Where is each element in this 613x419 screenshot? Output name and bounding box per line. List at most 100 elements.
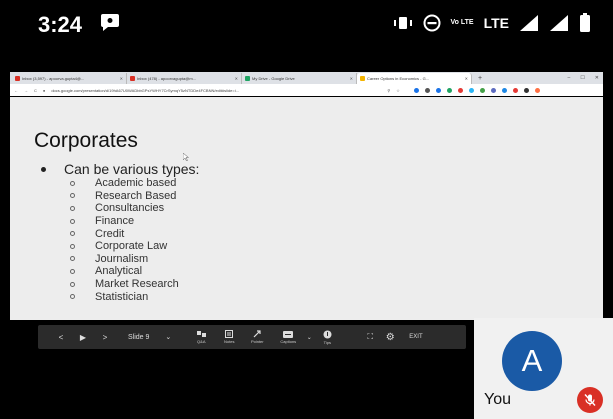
meeting-background [0, 350, 470, 419]
notes-button[interactable]: Notes [215, 325, 243, 349]
list-item: Academic based [70, 177, 179, 190]
play-button[interactable]: ▶ [72, 325, 94, 349]
list-item-text: Analytical [95, 265, 143, 278]
pointer-label: Pointer [250, 339, 264, 344]
minimize-icon[interactable]: – [568, 73, 571, 84]
extension-icon[interactable] [490, 87, 496, 93]
list-item: Corporate Law [70, 240, 179, 253]
bookmark-star-icon[interactable]: ☆ [396, 88, 400, 93]
settings-gear-icon[interactable]: ⚙ [379, 325, 401, 349]
slide-title: Corporates [34, 129, 138, 152]
forward-icon[interactable]: → [24, 88, 28, 93]
prev-slide-button[interactable]: < [50, 325, 72, 349]
lte-label: LTE [483, 15, 509, 31]
self-video-tile[interactable]: A You [474, 318, 613, 419]
microphone-muted-icon [584, 394, 596, 406]
captions-button[interactable]: Captions [271, 325, 305, 349]
back-icon[interactable]: ← [14, 88, 18, 93]
pointer-button[interactable]: Pointer [243, 325, 271, 349]
qa-button[interactable]: Q&A [187, 325, 215, 349]
close-icon[interactable]: ✕ [465, 76, 468, 81]
extension-icon[interactable] [435, 87, 441, 93]
list-item: Journalism [70, 253, 179, 266]
list-item-text: Research Based [95, 189, 177, 202]
circle-bullet-icon [70, 218, 75, 224]
extension-icon[interactable] [424, 87, 430, 93]
profile-avatar-icon[interactable] [534, 87, 540, 93]
search-icon[interactable]: ⚲ [387, 88, 390, 93]
maximize-icon[interactable]: ☐ [580, 73, 584, 84]
slides-icon [360, 76, 365, 81]
clock: 3:24 [38, 12, 83, 37]
tab-slides[interactable]: Career Options in Economics - G... ✕ [357, 73, 472, 84]
tab-bar: Inbox (3,597) - apoorva.gupta4@... ✕ Inb… [10, 72, 603, 84]
circle-bullet-icon [70, 243, 75, 249]
circle-bullet-icon [70, 231, 75, 237]
list-item: Credit [70, 227, 179, 240]
circle-bullet-icon [70, 193, 75, 199]
tab-label: My Drive - Google Drive [252, 76, 295, 81]
bullet-dot-icon [41, 166, 46, 172]
circle-bullet-icon [70, 268, 75, 274]
close-window-icon[interactable]: ✕ [595, 73, 599, 84]
avatar: A [502, 331, 562, 391]
list-item-text: Statistician [95, 290, 149, 303]
chat-icon [101, 14, 119, 31]
browser-window: Inbox (3,597) - apoorva.gupta4@... ✕ Inb… [10, 72, 603, 96]
list-item-text: Academic based [95, 177, 177, 190]
list-item: Consultancies [70, 202, 179, 215]
close-icon[interactable]: ✕ [350, 76, 353, 81]
extension-icon[interactable] [479, 87, 485, 93]
extension-icon[interactable] [512, 87, 518, 93]
slide-canvas: Corporates Can be various types: Academi… [10, 97, 603, 320]
captions-icon [283, 330, 294, 338]
mouse-cursor-icon [183, 153, 189, 161]
chevron-down-icon[interactable]: ⌄ [305, 325, 313, 349]
tips-label: Tips [323, 339, 331, 345]
exit-button[interactable]: EXIT [409, 325, 422, 349]
tab-gmail-2[interactable]: Inbox (478) - apoorvagupta@m... ✕ [127, 73, 242, 84]
pointer-icon [253, 330, 261, 338]
mic-off-icon[interactable] [577, 387, 603, 413]
list-item-text: Corporate Law [95, 240, 168, 253]
extension-icon[interactable] [501, 87, 507, 93]
tips-icon [323, 330, 332, 338]
screen: 3:24 Vo LTE LTE Inbox (3,597) - apoorva.… [0, 0, 613, 419]
captions-label: Captions [280, 338, 297, 344]
tips-button[interactable]: Tips [313, 325, 341, 349]
extension-icon[interactable] [446, 87, 452, 93]
next-slide-button[interactable]: > [94, 325, 116, 349]
address-bar: ← → C ● docs.google.com/presentation/d/1… [10, 84, 603, 96]
tab-drive[interactable]: My Drive - Google Drive ✕ [242, 73, 357, 84]
status-bar: 3:24 Vo LTE LTE [0, 0, 613, 62]
chevron-down-icon: ⌄ [165, 334, 172, 341]
notes-label: Notes [224, 339, 235, 344]
volte-icon: Vo LTE [450, 19, 474, 26]
vibrate-icon [393, 17, 412, 29]
qa-label: Q&A [197, 338, 206, 344]
list-item: Analytical [70, 265, 179, 278]
extension-icon[interactable] [413, 87, 419, 93]
url-field[interactable]: docs.google.com/presentation/d/19hA67U0W… [51, 88, 381, 93]
circle-bullet-icon [70, 294, 75, 300]
reload-icon[interactable]: C [34, 88, 37, 93]
qa-icon [196, 330, 206, 337]
notes-icon [225, 330, 234, 338]
close-icon[interactable]: ✕ [120, 76, 123, 81]
tab-gmail-1[interactable]: Inbox (3,597) - apoorva.gupta4@... ✕ [12, 73, 127, 84]
signal-icon [550, 15, 568, 31]
gmail-icon [130, 76, 135, 81]
list-item-text: Credit [95, 227, 125, 240]
extension-icon[interactable] [457, 87, 463, 93]
participant-name: You [484, 391, 511, 408]
battery-icon [580, 13, 590, 32]
slide-selector[interactable]: Slide 9 ⌄ [128, 333, 172, 342]
tab-label: Inbox (478) - apoorvagupta@m... [137, 76, 196, 81]
circle-bullet-icon [70, 205, 75, 211]
new-tab-button[interactable]: + [472, 73, 488, 84]
extension-icon[interactable] [523, 87, 529, 93]
extension-icon[interactable] [468, 87, 474, 93]
bullet-text: Can be various types: [64, 161, 200, 177]
fullscreen-icon[interactable]: ⛶ [361, 325, 379, 349]
close-icon[interactable]: ✕ [235, 76, 238, 81]
